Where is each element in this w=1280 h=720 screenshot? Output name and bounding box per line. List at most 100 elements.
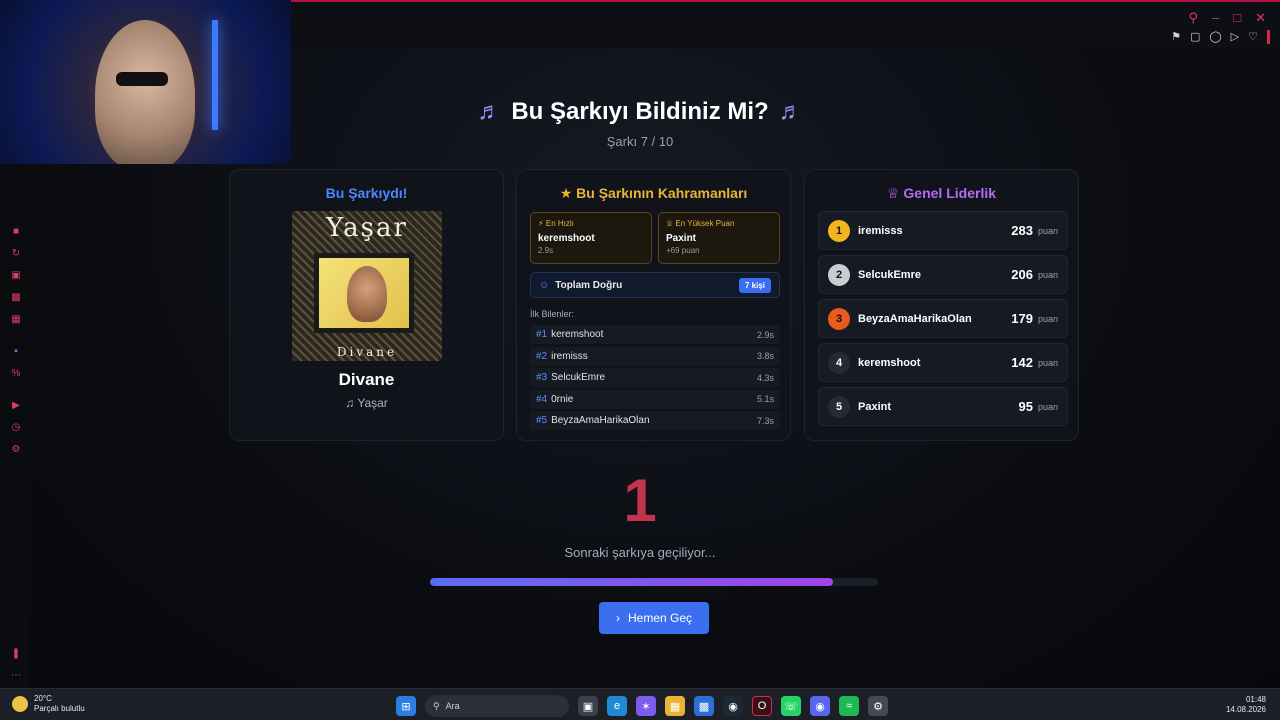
player-name: SelcukEmre (858, 268, 921, 281)
play-icon[interactable]: ▷ (1231, 30, 1239, 44)
weather-icon (12, 696, 28, 712)
header: ♬ Bu Şarkıyı Bildiniz Mi? ♬ Şarkı 7 / 10 (0, 98, 1280, 149)
task-view-icon[interactable]: ▣ (578, 696, 598, 716)
monitor-icon[interactable]: ▩ (10, 292, 22, 304)
song-name: Divane (338, 370, 395, 389)
system-clock[interactable]: 01:48 14.08.2026 (1226, 695, 1266, 715)
clock-time: 01:48 (1245, 695, 1266, 704)
clock-date: 14.08.2026 (1225, 705, 1266, 714)
settings-icon[interactable]: ⚙ (10, 444, 22, 456)
player-score: 179 (1011, 311, 1033, 326)
total-correct-row: ☺ Toplam Doğru 7 kişi (530, 272, 780, 298)
sunglasses (116, 72, 168, 86)
app-icon[interactable]: ⚙ (868, 696, 888, 716)
minimize-icon[interactable]: – (1212, 10, 1219, 26)
spotify-icon[interactable]: ≈ (839, 696, 859, 716)
player-score: 142 (1011, 355, 1033, 370)
rank-badge: 5 (828, 395, 850, 418)
twitch-icon[interactable]: ▪ (10, 346, 22, 358)
robot-icon[interactable]: ▣ (10, 270, 22, 282)
clock-icon[interactable]: ◷ (10, 422, 22, 434)
search-icon[interactable]: ⚲ (1188, 10, 1198, 26)
artist-portrait (347, 266, 387, 322)
progress-fill (430, 578, 834, 586)
refresh-icon[interactable]: ↻ (10, 248, 22, 260)
fastest-label: ⚡ En Hızlı (538, 219, 574, 228)
album-art-title: Yaşar (326, 213, 408, 243)
heroes-card: ★ Bu Şarkının Kahramanları ⚡ En Hızlı ke… (516, 169, 791, 441)
weather-widget[interactable]: 20°C Parçalı bulutlu (12, 694, 85, 714)
leaderboard-row: 4 keremshoot 142 puan (818, 343, 1068, 382)
percent-icon[interactable]: % (10, 368, 22, 380)
leaderboard-card: ♕ Genel Liderlik 1 iremisss 283 puan 2 S… (804, 169, 1079, 441)
player-name: BeyzaAmaHarikaOlan (858, 312, 972, 325)
play-circle-icon[interactable]: ▶ (10, 400, 22, 412)
list-item: #4 0rnie 5.1s (530, 389, 780, 409)
gamepad-icon[interactable]: ■ (10, 226, 22, 238)
weather-text: 20°C Parçalı bulutlu (34, 694, 85, 714)
player-score: 283 (1011, 223, 1033, 238)
rank-badge: 1 (828, 219, 850, 242)
copilot-icon[interactable]: ✶ (636, 696, 656, 716)
crown-icon: ♕ (886, 185, 900, 201)
music-note-icon: ♫ (345, 396, 355, 410)
fx-icon[interactable]: ❚ (10, 648, 22, 660)
leaderboard-list: 1 iremisss 283 puan 2 SelcukEmre 206 pua… (818, 211, 1068, 431)
song-card-title: Bu Şarkıydı! (325, 185, 408, 201)
more-icon[interactable]: ⋯ (10, 670, 22, 682)
weather-desc: Parçalı bulutlu (34, 704, 85, 713)
skip-now-button[interactable]: › Hemen Geç (599, 602, 709, 634)
music-note-icon: ♬ (778, 98, 803, 125)
top-score-value: +69 puan (666, 246, 700, 255)
list-item: #3 SelcukEmre 4.3s (530, 368, 780, 387)
store-icon[interactable]: ▩ (694, 696, 714, 716)
taskbar-search[interactable]: ⚲ Ara (425, 695, 569, 717)
page-title: ♬ Bu Şarkıyı Bildiniz Mi? ♬ (477, 98, 802, 126)
list-item: #1 keremshoot 2.9s (530, 325, 780, 344)
maximize-icon[interactable]: □ (1233, 10, 1241, 26)
leaderboard-row: 1 iremisss 283 puan (818, 211, 1068, 250)
toolbar: ⚑ ▢ ◯ ▷ ♡ (1171, 30, 1270, 44)
heroes-title-text: Bu Şarkının Kahramanları (576, 185, 748, 201)
taskbar-apps: ⊞ ⚲ Ara ▣ e ✶ ▦ ▩ ◉ O ☏ ◉ ≈ ⚙ (396, 695, 888, 717)
total-correct-label: Toplam Doğru (555, 279, 623, 291)
whatsapp-icon[interactable]: ☏ (781, 696, 801, 716)
trophy-icon: ★ (559, 185, 573, 201)
album-photo (314, 253, 414, 333)
list-item: #5 BeyzaAmaHarikaOlan 7.3s (530, 411, 780, 430)
rank-badge: 3 (828, 307, 850, 330)
leaderboard-row: 5 Paxint 95 puan (818, 387, 1068, 426)
crop-icon[interactable]: ▢ (1190, 30, 1200, 44)
top-score-name: Paxint (666, 233, 697, 244)
shield-icon[interactable]: ◯ (1209, 30, 1221, 44)
calendar-icon[interactable]: ▦ (10, 314, 22, 326)
score-unit: puan (1037, 225, 1058, 236)
list-item: #2 iremisss 3.8s (530, 346, 780, 366)
leaderboard-row: 2 SelcukEmre 206 puan (818, 255, 1068, 294)
heart-icon[interactable]: ♡ (1248, 30, 1258, 44)
leaderboard-title: ♕ Genel Liderlik (805, 185, 1078, 202)
score-unit: puan (1037, 269, 1058, 280)
heroes-card-title: ★ Bu Şarkının Kahramanları (517, 185, 790, 202)
discord-icon[interactable]: ◉ (810, 696, 830, 716)
score-unit: puan (1037, 313, 1058, 324)
fastest-value: 2.9s (538, 246, 554, 255)
top-score-label: ♕ En Yüksek Puan (666, 219, 735, 228)
leaderboard-row: 3 BeyzaAmaHarikaOlan 179 puan (818, 299, 1068, 338)
album-art: Yaşar Divane (292, 211, 442, 361)
hero-boxes: ⚡ En Hızlı keremshoot 2.9s ♕ En Yüksek P… (530, 212, 780, 264)
player-name: keremshoot (858, 356, 921, 369)
search-placeholder: Ara (445, 701, 460, 711)
pin-icon[interactable]: ⚑ (1171, 30, 1181, 44)
crown-icon: ♕ (666, 219, 674, 228)
album-art-subtitle: Divane (336, 345, 398, 359)
edge-icon[interactable]: e (607, 696, 627, 716)
steam-icon[interactable]: ◉ (723, 696, 743, 716)
windows-start-icon[interactable]: ⊞ (396, 696, 416, 716)
opera-gx-icon[interactable]: O (752, 696, 772, 716)
song-artist: ♫ Yaşar (230, 396, 503, 410)
file-explorer-icon[interactable]: ▦ (665, 696, 685, 716)
close-icon[interactable]: ✕ (1255, 10, 1266, 26)
player-name: iremisss (858, 224, 903, 237)
countdown-progress-bar (430, 578, 878, 586)
